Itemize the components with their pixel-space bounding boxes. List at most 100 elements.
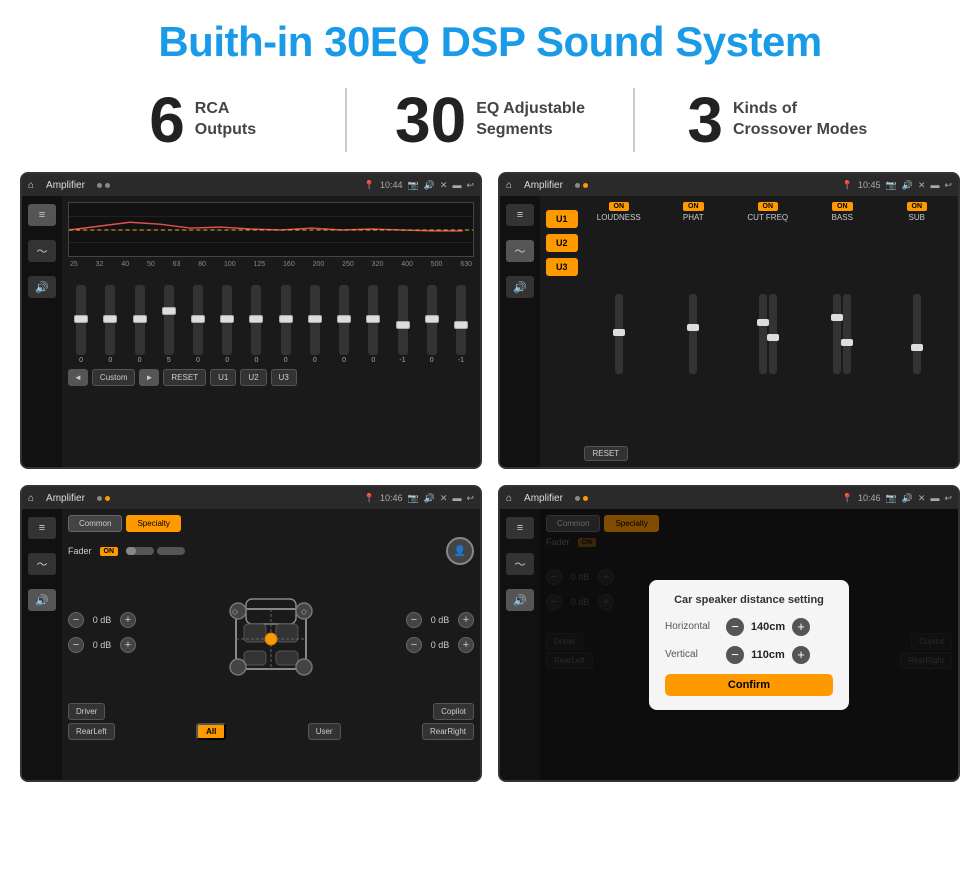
bass-g-thumb[interactable] <box>841 339 853 346</box>
u1-select[interactable]: U1 <box>546 210 578 228</box>
slider-track-12[interactable] <box>398 285 408 355</box>
common-tab[interactable]: Common <box>68 515 122 532</box>
custom-btn[interactable]: Custom <box>92 369 136 386</box>
sidebar-eq-btn-4[interactable]: ≡ <box>506 517 534 539</box>
rear-left-minus[interactable]: − <box>68 637 84 653</box>
slider-track-1[interactable] <box>76 285 86 355</box>
u3-btn[interactable]: U3 <box>271 369 297 386</box>
reset-btn[interactable]: RESET <box>163 369 206 386</box>
sidebar-eq-btn[interactable]: ≡ <box>28 204 56 226</box>
close-icon-2[interactable]: ✕ <box>918 180 926 191</box>
bass-f-thumb[interactable] <box>831 314 843 321</box>
sub-slider[interactable] <box>913 294 921 374</box>
rear-right-minus[interactable]: − <box>406 637 422 653</box>
rear-right-btn[interactable]: RearRight <box>422 723 474 740</box>
back-icon[interactable]: ↩ <box>466 180 474 191</box>
slider-track-9[interactable] <box>310 285 320 355</box>
minimize-icon-3[interactable]: ▬ <box>452 493 461 503</box>
minimize-icon-4[interactable]: ▬ <box>930 493 939 503</box>
cutfreq-g-thumb[interactable] <box>767 334 779 341</box>
slider-thumb-14[interactable] <box>454 321 468 329</box>
slider-track-13[interactable] <box>427 285 437 355</box>
front-left-plus[interactable]: + <box>120 612 136 628</box>
slider-thumb-8[interactable] <box>279 315 293 323</box>
sidebar-speaker-btn-2[interactable]: 🔊 <box>506 276 534 298</box>
back-icon-3[interactable]: ↩ <box>466 493 474 504</box>
loudness-slider[interactable] <box>615 294 623 374</box>
horizontal-minus[interactable]: − <box>726 618 744 636</box>
slider-thumb-11[interactable] <box>366 315 380 323</box>
sidebar-wave-btn-4[interactable]: 〜 <box>506 553 534 575</box>
sub-thumb[interactable] <box>911 344 923 351</box>
sidebar-wave-btn-3[interactable]: 〜 <box>28 553 56 575</box>
slider-track-3[interactable] <box>135 285 145 355</box>
slider-track-11[interactable] <box>368 285 378 355</box>
slider-thumb-10[interactable] <box>337 315 351 323</box>
bass-g-slider[interactable] <box>843 294 851 374</box>
slider-thumb-2[interactable] <box>103 315 117 323</box>
crossover-reset-btn[interactable]: RESET <box>584 446 629 461</box>
close-icon-3[interactable]: ✕ <box>440 493 448 504</box>
horizontal-plus[interactable]: + <box>792 618 810 636</box>
home-icon-2[interactable]: ⌂ <box>506 180 512 191</box>
slider-thumb-3[interactable] <box>133 315 147 323</box>
slider-thumb-13[interactable] <box>425 315 439 323</box>
sidebar-eq-btn-3[interactable]: ≡ <box>28 517 56 539</box>
rear-left-btn[interactable]: RearLeft <box>68 723 115 740</box>
slider-track-14[interactable] <box>456 285 466 355</box>
home-icon-3[interactable]: ⌂ <box>28 493 34 504</box>
slider-track-2[interactable] <box>105 285 115 355</box>
close-icon-4[interactable]: ✕ <box>918 493 926 504</box>
vertical-minus[interactable]: − <box>726 646 744 664</box>
minimize-icon[interactable]: ▬ <box>452 180 461 190</box>
slider-thumb-5[interactable] <box>191 315 205 323</box>
sidebar-speaker-btn-4[interactable]: 🔊 <box>506 589 534 611</box>
u2-select[interactable]: U2 <box>546 234 578 252</box>
rear-right-plus[interactable]: + <box>458 637 474 653</box>
home-icon[interactable]: ⌂ <box>28 180 34 191</box>
sidebar-wave-btn[interactable]: 〜 <box>28 240 56 262</box>
confirm-button[interactable]: Confirm <box>665 674 833 696</box>
home-icon-4[interactable]: ⌂ <box>506 493 512 504</box>
vertical-plus[interactable]: + <box>792 646 810 664</box>
all-btn[interactable]: All <box>196 723 226 740</box>
u2-btn[interactable]: U2 <box>240 369 266 386</box>
user-btn[interactable]: User <box>308 723 341 740</box>
copilot-btn[interactable]: Copilot <box>433 703 474 720</box>
sidebar-speaker-btn[interactable]: 🔊 <box>28 276 56 298</box>
rear-left-plus[interactable]: + <box>120 637 136 653</box>
cutfreq-f-slider[interactable] <box>759 294 767 374</box>
front-right-plus[interactable]: + <box>458 612 474 628</box>
slider-track-4[interactable] <box>164 285 174 355</box>
slider-thumb-7[interactable] <box>249 315 263 323</box>
front-right-minus[interactable]: − <box>406 612 422 628</box>
minimize-icon-2[interactable]: ▬ <box>930 180 939 190</box>
back-icon-4[interactable]: ↩ <box>944 493 952 504</box>
phat-slider[interactable] <box>689 294 697 374</box>
back-icon-2[interactable]: ↩ <box>944 180 952 191</box>
play-btn[interactable]: ► <box>139 369 159 386</box>
specialty-tab[interactable]: Specialty <box>126 515 180 532</box>
cutfreq-g-slider[interactable] <box>769 294 777 374</box>
slider-track-6[interactable] <box>222 285 232 355</box>
driver-btn[interactable]: Driver <box>68 703 105 720</box>
slider-track-8[interactable] <box>281 285 291 355</box>
loudness-thumb[interactable] <box>613 329 625 336</box>
slider-track-7[interactable] <box>251 285 261 355</box>
slider-thumb-1[interactable] <box>74 315 88 323</box>
close-icon[interactable]: ✕ <box>440 180 448 191</box>
prev-btn[interactable]: ◄ <box>68 369 88 386</box>
front-left-minus[interactable]: − <box>68 612 84 628</box>
slider-thumb-9[interactable] <box>308 315 322 323</box>
sidebar-wave-btn-2[interactable]: 〜 <box>506 240 534 262</box>
cutfreq-f-thumb[interactable] <box>757 319 769 326</box>
slider-track-10[interactable] <box>339 285 349 355</box>
slider-thumb-12[interactable] <box>396 321 410 329</box>
slider-track-5[interactable] <box>193 285 203 355</box>
phat-thumb[interactable] <box>687 324 699 331</box>
slider-thumb-4[interactable] <box>162 307 176 315</box>
bass-f-slider[interactable] <box>833 294 841 374</box>
sidebar-eq-btn-2[interactable]: ≡ <box>506 204 534 226</box>
sidebar-speaker-btn-3[interactable]: 🔊 <box>28 589 56 611</box>
slider-thumb-6[interactable] <box>220 315 234 323</box>
